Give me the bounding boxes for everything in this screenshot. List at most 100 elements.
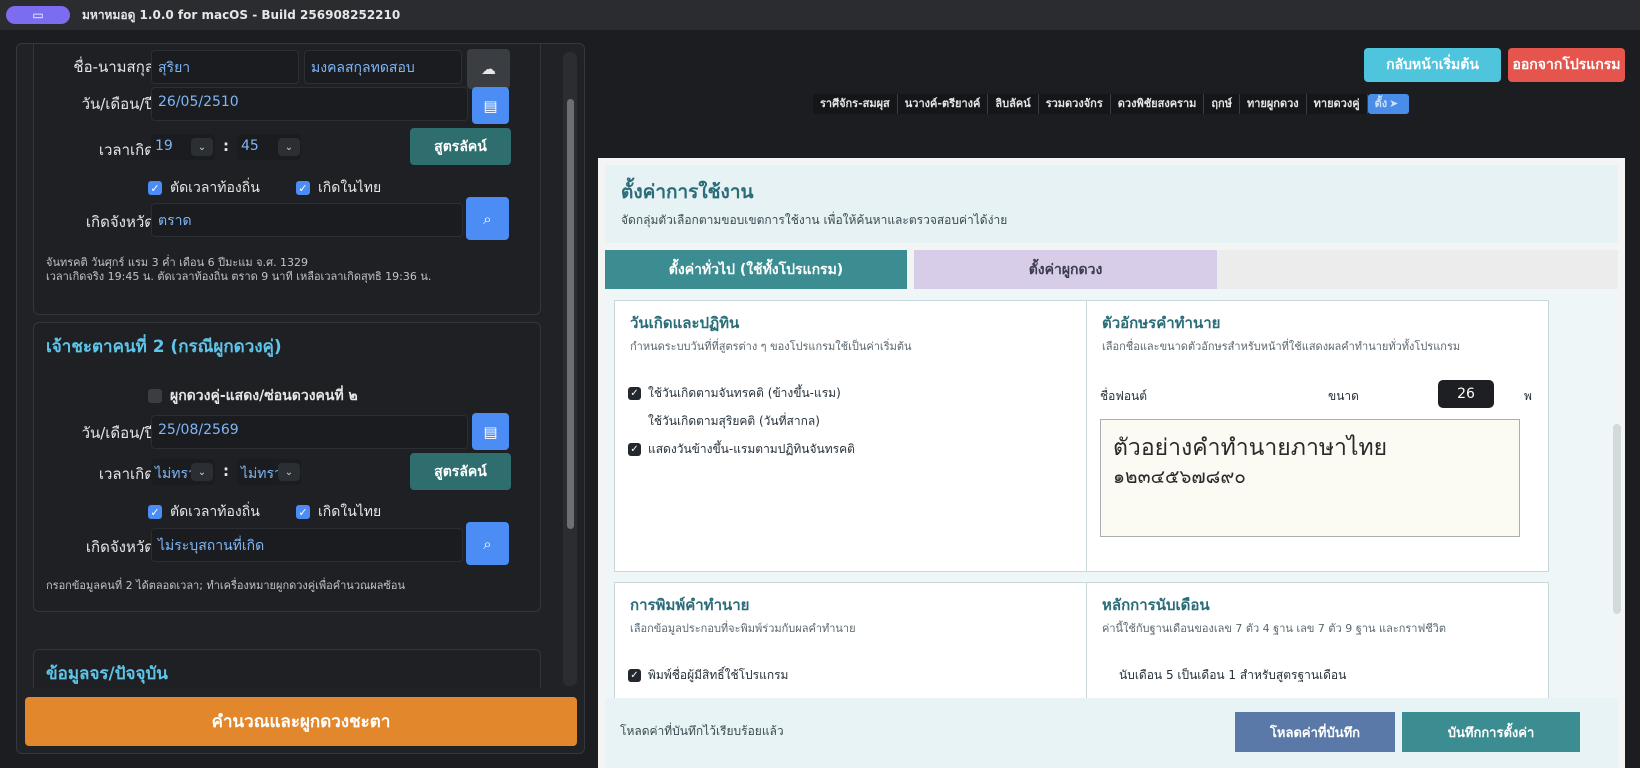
scrollbar-thumb[interactable]	[567, 99, 574, 529]
name-label: ชื่อ-นามสกุล	[73, 58, 154, 76]
font-size-label: ขนาด	[1328, 389, 1359, 403]
time-colon: :	[223, 137, 229, 155]
pane-title: ตัวอักษรคำทำนาย	[1102, 314, 1221, 332]
tab-war-chart[interactable]: ดวงพิชัยสงคราม	[1111, 94, 1205, 114]
chevron-down-icon[interactable]: ⌄	[278, 138, 300, 156]
pane-desc: เลือกชื่อและขนาดตัวอักษรสำหรับหน้าที่ใช้…	[1102, 340, 1461, 353]
settings-subtitle: จัดกลุ่มตัวเลือกตามขอบเขตการใช้งาน เพื่อ…	[621, 213, 1008, 227]
solar-birthday-option[interactable]: ใช้วันเกิดตามสุริยคติ (วันที่สากล)	[648, 412, 820, 431]
settings-header: ตั้งค่าการใช้งาน จัดกลุ่มตัวเลือกตามขอบเ…	[605, 165, 1618, 243]
checkbox-checked-icon: ✓	[628, 443, 641, 456]
cursor-icon: ➤	[1389, 97, 1399, 110]
pane-title: หลักการนับเดือน	[1102, 596, 1210, 614]
province-label: เกิดจังหวัด	[85, 213, 154, 231]
first-name-input[interactable]: สุริยา	[151, 50, 299, 84]
person1-card: ชื่อ-นามสกุล สุริยา มงคลสกุลทดสอบ ☁ วัน/…	[33, 44, 541, 315]
checkbox-checked-icon: ✓	[296, 181, 310, 195]
born-thai-checkbox[interactable]: ✓ เกิดในไทย	[296, 177, 381, 199]
local-time-checkbox[interactable]: ✓ ตัดเวลาท้องถิ่น	[148, 501, 260, 523]
tab-chart-reading[interactable]: ทายผูกดวง	[1240, 94, 1307, 114]
tab-strip-filler	[1217, 250, 1618, 289]
settings-footer: โหลดค่าที่บันทึกไว้เรียบร้อยแล้ว โหลดค่า…	[605, 698, 1618, 768]
window-title: มหาหมอดู 1.0.0 for macOS - Build 2569082…	[82, 7, 401, 22]
ascendant-formula-button[interactable]: สูตรลัคน์	[410, 128, 511, 165]
pane-title: การพิมพ์คำทำนาย	[630, 596, 750, 614]
search-icon[interactable]: ⌕	[466, 197, 509, 240]
chevron-down-icon[interactable]: ⌄	[191, 138, 213, 156]
tab-couple-reading[interactable]: ทายดวงคู่	[1307, 94, 1368, 114]
born-thai-checkbox[interactable]: ✓ เกิดในไทย	[296, 501, 381, 523]
checkbox-checked-icon: ✓	[628, 387, 641, 400]
settings-content: วันเกิดและปฏิทิน กำหนดระบบวันที่ที่สูตรต…	[605, 289, 1621, 768]
calculate-button[interactable]: คำนวณและผูกดวงชะตา	[25, 697, 577, 746]
pair-chart-toggle[interactable]: ผูกดวงคู่-แสดง/ซ่อนดวงคนที่ ๒	[148, 385, 358, 407]
nav-tabs: ราศีจักร-สมผุส นวางค์-ตรียางค์ ลิบลัคน์ …	[813, 94, 1409, 114]
person2-section-title: เจ้าชะตาคนที่ 2 (กรณีผูกดวงคู่)	[46, 337, 282, 357]
birthday-calendar-pane: วันเกิดและปฏิทิน กำหนดระบบวันที่ที่สูตรต…	[614, 300, 1100, 572]
province-label: เกิดจังหวัด	[85, 538, 154, 556]
save-settings-button[interactable]: บันทึกการตั้งค่า	[1402, 712, 1580, 752]
calendar-icon[interactable]: ▤	[472, 87, 509, 124]
font-size-input[interactable]: 26	[1438, 380, 1494, 408]
pair-chart-text: ผูกดวงคู่-แสดง/ซ่อนดวงคนที่ ๒	[170, 388, 358, 404]
title-bar: ▭ มหาหมอดู 1.0.0 for macOS - Build 25690…	[0, 0, 1640, 30]
settings-page: ตั้งค่าการใช้งาน จัดกลุ่มตัวเลือกตามขอบเ…	[598, 158, 1625, 768]
checkbox-checked-icon: ✓	[628, 669, 641, 682]
person2-note: กรอกข้อมูลคนที่ 2 ได้ตลอดเวลา; ทำเครื่อง…	[46, 579, 405, 592]
birth-date-input[interactable]: 26/05/2510	[151, 87, 468, 121]
tab-navamsa[interactable]: นวางค์-ตรียางค์	[898, 94, 989, 114]
tab-general-settings[interactable]: ตั้งค่าทั่วไป (ใช้ทั้งโปรแกรม)	[605, 250, 907, 289]
tab-settings-label: ตั้ง	[1374, 97, 1388, 110]
province-input[interactable]: ไม่ระบุสถานที่เกิด	[151, 528, 463, 562]
calendar-icon[interactable]: ▤	[472, 413, 509, 450]
hour-value: 19	[155, 138, 173, 154]
chevron-down-icon[interactable]: ⌄	[278, 463, 300, 481]
settings-title: ตั้งค่าการใช้งาน	[621, 181, 754, 203]
tab-auspicious[interactable]: ฤกษ์	[1204, 94, 1240, 114]
scrollbar[interactable]	[563, 52, 577, 686]
born-thai-text: เกิดในไทย	[318, 180, 382, 196]
option-text: พิมพ์ชื่อผู้มีสิทธิ์ใช้โปรแกรม	[648, 668, 789, 682]
home-button[interactable]: กลับหน้าเริ่มต้น	[1364, 48, 1501, 82]
person2-card: เจ้าชะตาคนที่ 2 (กรณีผูกดวงคู่) ผูกดวงคู…	[33, 322, 541, 612]
minute-value: 45	[241, 138, 259, 154]
show-lunar-phase-checkbox[interactable]: ✓ แสดงวันข้างขึ้น-แรมตามปฏิทินจันทรคติ	[628, 440, 855, 459]
checkbox-unchecked-icon	[148, 389, 162, 403]
pane-desc: เลือกข้อมูลประกอบที่จะพิมพ์ร่วมกับผลคำทำ…	[630, 622, 856, 635]
tab-lib-lagna[interactable]: ลิบลัคน์	[988, 94, 1039, 114]
input-scroll-area: ชื่อ-นามสกุล สุริยา มงคลสกุลทดสอบ ☁ วัน/…	[17, 44, 570, 688]
cloud-icon[interactable]: ☁	[467, 49, 510, 89]
app-icon[interactable]: ▭	[6, 6, 70, 24]
tab-zodiac[interactable]: ราศีจักร-สมผุส	[813, 94, 898, 114]
status-message: โหลดค่าที่บันทึกไว้เรียบร้อยแล้ว	[620, 724, 784, 738]
born-thai-text: เกิดในไทย	[318, 504, 382, 520]
pane-title: วันเกิดและปฏิทิน	[630, 314, 740, 332]
local-time-text: ตัดเวลาท้องถิ่น	[170, 180, 260, 196]
print-licensee-checkbox[interactable]: ✓ พิมพ์ชื่อผู้มีสิทธิ์ใช้โปรแกรม	[628, 666, 788, 685]
time-colon: :	[223, 462, 229, 480]
month-counting-option[interactable]: นับเดือน 5 เป็นเดือน 1 สำหรับสูตรฐานเดือ…	[1119, 666, 1346, 685]
tab-settings[interactable]: ตั้ง ➤	[1367, 94, 1409, 114]
transit-section-title: ข้อมูลจร/ปัจจุบัน	[46, 664, 168, 684]
chevron-down-icon[interactable]: ⌄	[191, 463, 213, 481]
settings-scrollbar[interactable]	[1613, 424, 1621, 614]
option-text: แสดงวันข้างขึ้น-แรมตามปฏิทินจันทรคติ	[648, 442, 855, 456]
local-time-checkbox[interactable]: ✓ ตัดเวลาท้องถิ่น	[148, 177, 260, 199]
birth-date-input[interactable]: 25/08/2569	[151, 415, 468, 449]
last-name-input[interactable]: มงคลสกุลทดสอบ	[304, 50, 462, 84]
checkbox-checked-icon: ✓	[148, 181, 162, 195]
date-label: วัน/เดือน/ปี	[81, 424, 154, 442]
search-icon[interactable]: ⌕	[466, 522, 509, 565]
font-name-label: ชื่อฟอนต์	[1100, 389, 1148, 403]
tab-combined-wheel[interactable]: รวมดวงจักร	[1039, 94, 1111, 114]
transit-card: ข้อมูลจร/ปัจจุบัน	[33, 649, 541, 688]
hour-value: ไม่ทรา	[155, 466, 196, 482]
pane-desc: ค่านี้ใช้กับฐานเดือนของเลข 7 ตัว 4 ฐาน เ…	[1102, 622, 1447, 635]
province-input[interactable]: ตราด	[151, 203, 463, 237]
lunar-birthday-checkbox[interactable]: ✓ ใช้วันเกิดตามจันทรคติ (ข้างขึ้น-แรม)	[628, 384, 841, 403]
font-preview: ตัวอย่างคำทำนายภาษาไทย ๑๒๓๔๕๖๗๘๙๐	[1100, 419, 1520, 537]
tab-chart-settings[interactable]: ตั้งค่าผูกดวง	[914, 250, 1217, 289]
load-settings-button[interactable]: โหลดค่าที่บันทึก	[1235, 712, 1395, 752]
exit-button[interactable]: ออกจากโปรแกรม	[1508, 48, 1625, 82]
ascendant-formula-button[interactable]: สูตรลัคน์	[410, 453, 511, 490]
